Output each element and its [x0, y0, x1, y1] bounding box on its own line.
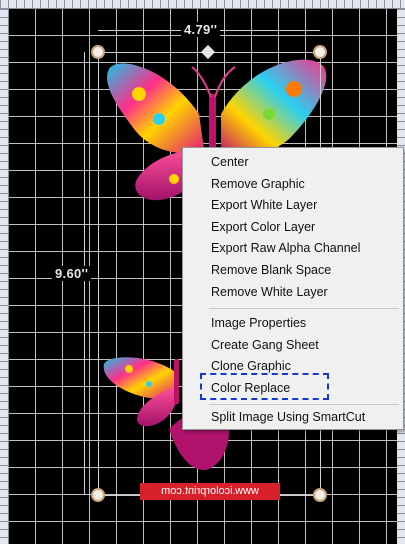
splash — [169, 174, 179, 184]
context-menu: Center Remove Graphic Export White Layer… — [182, 147, 404, 430]
menu-item-export-raw-alpha-channel[interactable]: Export Raw Alpha Channel — [211, 238, 360, 258]
menu-separator — [209, 308, 399, 309]
menu-item-remove-white-layer[interactable]: Remove White Layer — [211, 282, 328, 302]
menu-item-export-white-layer[interactable]: Export White Layer — [211, 195, 317, 215]
big-butterfly-left-upper-wing — [107, 63, 204, 153]
horizontal-ruler — [0, 0, 405, 9]
big-butterfly-antenna-right — [214, 66, 236, 98]
splash — [146, 381, 152, 387]
menu-item-split-image-smartcut[interactable]: Split Image Using SmartCut — [211, 407, 365, 427]
menu-item-clone-graphic[interactable]: Clone Graphic — [211, 356, 291, 376]
splash — [125, 365, 133, 373]
menu-separator — [209, 404, 399, 405]
resize-handle-bottom-right[interactable] — [313, 488, 327, 502]
resize-handle-top-right[interactable] — [313, 45, 327, 59]
resize-handle-bottom-left[interactable] — [91, 488, 105, 502]
big-butterfly-antenna-left — [191, 66, 212, 98]
menu-item-export-color-layer[interactable]: Export Color Layer — [211, 217, 315, 237]
menu-item-create-gang-sheet[interactable]: Create Gang Sheet — [211, 335, 319, 355]
splash — [132, 87, 146, 101]
menu-item-image-properties[interactable]: Image Properties — [211, 313, 306, 333]
selection-left-edge — [98, 52, 99, 495]
menu-item-color-replace[interactable]: Color Replace — [211, 378, 290, 398]
height-dimension-label: 9.60'' — [52, 266, 92, 281]
menu-item-remove-graphic[interactable]: Remove Graphic — [211, 174, 305, 194]
resize-handle-top-left[interactable] — [91, 45, 105, 59]
vertical-ruler-left — [0, 9, 9, 544]
width-dimension-label: 4.79'' — [181, 22, 221, 37]
splash — [153, 113, 165, 125]
watermark-text: www.icolorprint.com — [140, 483, 280, 500]
menu-item-remove-blank-space[interactable]: Remove Blank Space — [211, 260, 331, 280]
menu-item-center[interactable]: Center — [211, 152, 249, 172]
splash — [286, 81, 302, 97]
small-butterfly-body — [174, 359, 179, 404]
big-butterfly-right-upper-wing — [221, 59, 327, 155]
splash — [263, 108, 275, 120]
